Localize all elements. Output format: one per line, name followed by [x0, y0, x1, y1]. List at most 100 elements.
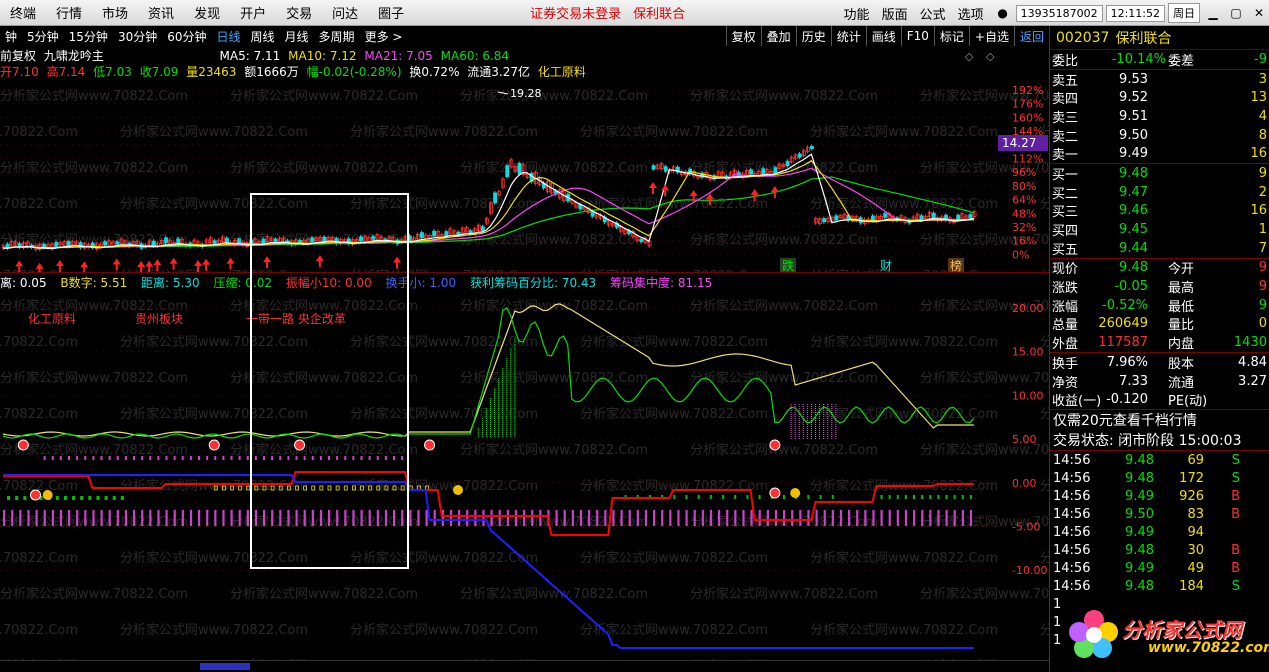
draw-button[interactable]: 画线	[865, 26, 901, 46]
user-icon[interactable]: ●	[993, 4, 1013, 22]
stock-code[interactable]: 002037	[1056, 30, 1109, 46]
ask-row[interactable]: 卖二 9.50 8	[1050, 126, 1269, 145]
ask-price: 9.52	[1119, 90, 1148, 106]
overlay-button[interactable]: 叠加	[760, 26, 796, 46]
menu-item-terminal[interactable]: 终端	[0, 3, 46, 22]
watermark-text: 分析家公式网www.70822.Com	[690, 232, 878, 248]
period-daily[interactable]: 日线	[212, 28, 246, 45]
diamond-icon[interactable]: ◇	[965, 50, 973, 63]
level2-promo[interactable]: 仅需20元查看千档行情	[1050, 410, 1269, 430]
ask-price: 9.53	[1119, 71, 1148, 87]
bid-row[interactable]: 买五 9.44 7	[1050, 239, 1269, 258]
strip-bar	[222, 510, 225, 526]
high-value: 高7.14	[46, 65, 86, 79]
adjust-button[interactable]: 复权	[725, 26, 761, 46]
tick-time: 14:56	[1053, 560, 1091, 576]
menu-item-market[interactable]: 市场	[92, 3, 138, 22]
tick-price: 9.49	[1125, 560, 1154, 576]
menu-item-quotes[interactable]: 行情	[46, 3, 92, 22]
watermark-text: 分析家公式网www.70822.Com	[0, 586, 188, 602]
stock-name[interactable]: 保利联合	[1115, 28, 1171, 48]
strip-bar	[68, 510, 71, 526]
maximize-icon[interactable]: ▢	[1226, 4, 1246, 22]
bid-row[interactable]: 买四 9.45 1	[1050, 220, 1269, 239]
period-15min[interactable]: 15分钟	[64, 28, 113, 45]
ask-row[interactable]: 卖三 9.51 4	[1050, 107, 1269, 126]
stats-button[interactable]: 统计	[830, 26, 866, 46]
period-30min[interactable]: 30分钟	[113, 28, 162, 45]
menu-item-function[interactable]: 功能	[838, 4, 876, 23]
stat-row-value: -0.05	[1114, 279, 1148, 295]
ma60-value: MA60: 6.84	[440, 49, 510, 63]
main-kline-chart[interactable]: 分析家公式网www.70822.Com 分析家公式网www.70822.Com 分析…	[0, 80, 1049, 273]
small-bar	[953, 495, 956, 499]
menu-item-trade[interactable]: 交易	[276, 3, 322, 22]
strip-bar	[555, 510, 558, 526]
watermark-text: 分析家公式网www.70822.Com	[580, 334, 768, 350]
bid-row[interactable]: 买二 9.47 2	[1050, 183, 1269, 202]
amplitude-value: 幅-0.02(-0.28%)	[306, 65, 402, 79]
period-minute[interactable]: 钟	[0, 28, 22, 45]
small-bar	[88, 496, 92, 500]
fund-row-label2: 流通	[1168, 375, 1195, 391]
candle-body	[639, 238, 644, 242]
bid-row[interactable]: 买三 9.46 16	[1050, 202, 1269, 220]
menu-item-account[interactable]: 开户	[230, 3, 276, 22]
event-list[interactable]: 榜	[950, 258, 962, 273]
minimize-icon[interactable]: ▁	[1203, 4, 1223, 22]
signal-ball-icon	[769, 487, 781, 499]
event-finance[interactable]: 财	[880, 259, 892, 273]
scroll-thumb[interactable]	[200, 663, 250, 670]
ind-a: 离: 0.05	[0, 276, 47, 290]
stat-row-label: 外盘	[1052, 337, 1079, 353]
ask-row[interactable]: 卖一 9.49 16	[1050, 144, 1269, 163]
tick-direction: S	[1231, 578, 1240, 594]
watermark-text: 分析家公式网www.70822.Com	[1040, 478, 1049, 494]
diamond-icon-2[interactable]: ◇	[986, 50, 994, 63]
f10-button[interactable]: F10	[900, 26, 934, 46]
menu-item-ask[interactable]: 问达	[322, 3, 368, 22]
tick-price: 9.48	[1125, 578, 1154, 594]
menu-item-layout[interactable]: 版面	[876, 4, 914, 23]
ask-row[interactable]: 卖四 9.52 13	[1050, 88, 1269, 107]
tick-time: 14:56	[1053, 452, 1091, 468]
strip-bar	[896, 510, 899, 526]
watermark-text: 分析家公式网www.70822.Com	[230, 586, 418, 602]
period-more[interactable]: 更多 >	[360, 28, 408, 45]
watermark-text: 分析家公式网www.70822.Com	[810, 622, 998, 638]
history-button[interactable]: 历史	[795, 26, 831, 46]
period-multi[interactable]: 多周期	[314, 28, 360, 45]
ask-row[interactable]: 卖五 9.53 3	[1050, 70, 1269, 89]
add-watchlist-button[interactable]: +自选	[968, 26, 1014, 46]
fund-row-value: 7.33	[1119, 373, 1148, 389]
formula-name[interactable]: 九啸龙吟主	[44, 49, 104, 63]
watermark-text: 分析家公式网www.70822.Com	[580, 406, 768, 422]
stat-row-label: 涨幅	[1052, 299, 1079, 315]
close-icon[interactable]: ✕	[1249, 4, 1269, 22]
period-5min[interactable]: 5分钟	[22, 28, 64, 45]
fund-row-value: 7.96%	[1106, 354, 1148, 370]
mark-button[interactable]: 标记	[933, 26, 969, 46]
back-button[interactable]: 返回	[1013, 26, 1049, 46]
fund-row-label: 净资	[1052, 375, 1079, 391]
sub-indicator-chart[interactable]: 分析家公式网www.70822.Com 分析家公式网www.70822.Com 分析…	[0, 290, 1049, 660]
menu-item-options[interactable]: 选项	[952, 4, 990, 23]
period-60min[interactable]: 60分钟	[162, 28, 211, 45]
stat-row-label2: 量比	[1168, 318, 1195, 334]
period-weekly[interactable]: 周线	[246, 28, 280, 45]
bottom-scroll-strip[interactable]	[0, 660, 1049, 672]
strip-bar	[937, 510, 940, 526]
bid-row[interactable]: 买一 9.48 9	[1050, 164, 1269, 183]
login-warning[interactable]: 证券交易未登录	[524, 3, 627, 22]
strip-bar	[198, 510, 201, 526]
pane-divider[interactable]	[0, 272, 1049, 273]
menu-item-discover[interactable]: 发现	[184, 3, 230, 22]
menu-item-formula[interactable]: 公式	[914, 4, 952, 23]
event-drop[interactable]: 跌	[782, 258, 794, 273]
strip-bar	[116, 510, 119, 526]
menu-item-news[interactable]: 资讯	[138, 3, 184, 22]
small-bar	[921, 495, 924, 499]
menu-item-circle[interactable]: 圈子	[368, 3, 414, 22]
period-monthly[interactable]: 月线	[280, 28, 314, 45]
dot-bar	[165, 456, 168, 460]
